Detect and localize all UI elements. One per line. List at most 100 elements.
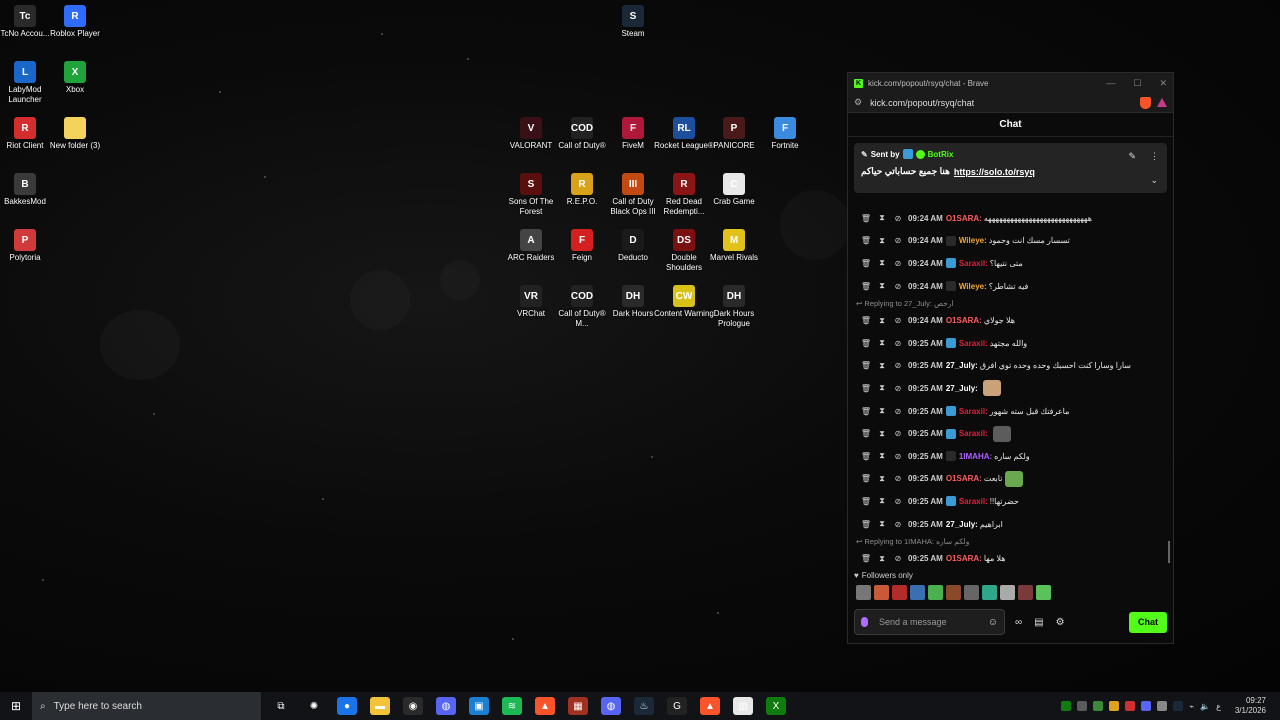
chat-message[interactable]: 🗑 ⧗ ⊘ 09:24 AM Wileye: تسسار مسك انت وحمود bbox=[860, 230, 1173, 253]
site-settings-icon[interactable]: ⚙ bbox=[854, 97, 862, 108]
g-hub-icon[interactable]: G bbox=[667, 697, 687, 715]
ban-icon[interactable]: ⊘ bbox=[892, 236, 904, 245]
username[interactable]: Saraxil: bbox=[959, 407, 988, 416]
app-icon[interactable]: M bbox=[723, 229, 745, 251]
network-icon[interactable]: ⌁ bbox=[1189, 702, 1194, 711]
app-icon[interactable]: P bbox=[723, 117, 745, 139]
tray-icon[interactable] bbox=[1109, 701, 1120, 711]
username[interactable]: Wileye: bbox=[959, 236, 987, 245]
username[interactable]: O1SARA: bbox=[946, 474, 982, 483]
ban-icon[interactable]: ⊘ bbox=[892, 384, 904, 393]
delete-icon[interactable]: 🗑 bbox=[860, 554, 872, 563]
app-icon[interactable]: VR bbox=[520, 285, 542, 307]
username[interactable]: O1SARA: bbox=[946, 316, 982, 325]
chat-input-placeholder[interactable]: Send a message bbox=[879, 617, 947, 627]
desktop-icon[interactable]: L LabyMod Launcher bbox=[0, 61, 50, 105]
brave-shields-icon[interactable] bbox=[1140, 96, 1151, 109]
desktop-icon[interactable]: F Feign bbox=[557, 229, 607, 263]
app-icon[interactable]: R bbox=[14, 117, 36, 139]
chat-message[interactable]: 🗑 ⧗ ⊘ 09:25 AM Saraxil: bbox=[860, 422, 1173, 445]
emote-icon[interactable] bbox=[1000, 585, 1015, 600]
desktop-icon-label[interactable]: Dark Hours Prologue bbox=[704, 309, 764, 329]
username[interactable]: Saraxil: bbox=[959, 429, 988, 438]
desktop-icon[interactable]: COD Call of Duty® M... bbox=[557, 285, 607, 329]
username[interactable]: Saraxil: bbox=[959, 497, 988, 506]
tray-icon[interactable] bbox=[1125, 701, 1136, 711]
app-icon[interactable]: R bbox=[673, 173, 695, 195]
app-icon[interactable]: R bbox=[571, 173, 593, 195]
chat-message[interactable]: 🗑 ⧗ ⊘ 09:24 AM O1SARA: هلا جولاي bbox=[860, 309, 1173, 332]
send-chat-button[interactable]: Chat bbox=[1129, 611, 1167, 633]
desktop-icon[interactable]: COD Call of Duty® bbox=[557, 117, 607, 151]
delete-icon[interactable]: 🗑 bbox=[860, 361, 872, 370]
desktop-icon[interactable]: R Roblox Player bbox=[50, 5, 100, 39]
chat-message[interactable]: 🗑 ⧗ ⊘ 09:25 AM Saraxil: ماعرفتك قبل سته شهور bbox=[860, 400, 1173, 423]
chat-message[interactable]: 🗑 ⧗ ⊘ 09:25 AM 1IMAHA: ولكم ساره bbox=[860, 445, 1173, 468]
minimize-icon[interactable]: — bbox=[1106, 78, 1115, 89]
timeout-icon[interactable]: ⧗ bbox=[876, 474, 888, 484]
chat-message[interactable]: 🗑 ⧗ ⊘ 09:25 AM Saraxil: والله مجتهد bbox=[860, 332, 1173, 355]
desktop-icon[interactable]: RL Rocket League® bbox=[654, 117, 714, 151]
app-icon[interactable]: D bbox=[622, 229, 644, 251]
timeout-icon[interactable]: ⧗ bbox=[876, 496, 888, 506]
app-icon[interactable]: F bbox=[622, 117, 644, 139]
desktop-icon[interactable]: V VALORANT bbox=[506, 117, 556, 151]
timeout-icon[interactable]: ⧗ bbox=[876, 406, 888, 416]
xbox-icon[interactable]: X bbox=[766, 697, 786, 715]
calendar-icon[interactable]: ▥ bbox=[733, 697, 753, 715]
emote-icon[interactable] bbox=[910, 585, 925, 600]
app-icon[interactable]: Tc bbox=[14, 5, 36, 27]
steelseries-icon[interactable]: ✺ bbox=[304, 697, 324, 715]
tray-icon[interactable] bbox=[1141, 701, 1152, 711]
ban-icon[interactable]: ⊘ bbox=[892, 520, 904, 529]
game-icon[interactable]: ▦ bbox=[568, 697, 588, 715]
file-explorer-icon[interactable]: ▬ bbox=[370, 697, 390, 715]
discord-ptb-icon[interactable]: ◍ bbox=[436, 697, 456, 715]
gear-icon[interactable]: ⚙ bbox=[1056, 617, 1065, 628]
username[interactable]: O1SARA: bbox=[946, 554, 982, 563]
app-icon[interactable] bbox=[64, 117, 86, 139]
username[interactable]: Saraxil: bbox=[959, 259, 988, 268]
desktop-icon[interactable]: R R.E.P.O. bbox=[557, 173, 607, 207]
address-bar[interactable]: ⚙ kick.com/popout/rsyq/chat bbox=[848, 93, 1173, 113]
timeout-icon[interactable]: ⧗ bbox=[876, 429, 888, 439]
chat-message[interactable]: 🗑 ⧗ ⊘ 09:25 AM 27_July: ابراهيم bbox=[860, 513, 1173, 536]
delete-icon[interactable]: 🗑 bbox=[860, 520, 872, 529]
reply-context[interactable]: ↩ Replying to 27_July: ارخص bbox=[856, 297, 1173, 309]
xbox-tray-icon[interactable] bbox=[1061, 701, 1072, 711]
emote-icon[interactable] bbox=[928, 585, 943, 600]
chat-message[interactable]: 🗑 ⧗ ⊘ 09:24 AM Saraxil: متى نتيها؟ bbox=[860, 252, 1173, 275]
desktop-icon[interactable]: R Red Dead Redempti... bbox=[659, 173, 709, 217]
chat-messages[interactable]: 🗑 ⧗ ⊘ 09:24 AM O1SARA: هههههههههههههههههههههه… bbox=[848, 207, 1173, 565]
task-view-icon[interactable]: ⧉ bbox=[271, 697, 291, 715]
desktop-icon-label[interactable]: Polytoria bbox=[0, 253, 55, 263]
desktop-icon[interactable]: Tc TcNo Accou... bbox=[0, 5, 50, 39]
timeout-icon[interactable]: ⧗ bbox=[876, 338, 888, 348]
desktop-icon[interactable]: D Deducto bbox=[608, 229, 658, 263]
timeout-icon[interactable]: ⧗ bbox=[876, 361, 888, 371]
app-icon[interactable]: C bbox=[723, 173, 745, 195]
username[interactable]: 1IMAHA: bbox=[959, 452, 992, 461]
emote-quick-bar[interactable] bbox=[856, 585, 1051, 600]
points-icon[interactable]: ∞ bbox=[1015, 617, 1022, 628]
volume-icon[interactable]: 🔈 bbox=[1200, 702, 1210, 711]
chat-message[interactable]: 🗑 ⧗ ⊘ 09:25 AM 27_July: سارا وسارا كنت احسبك … bbox=[860, 355, 1173, 378]
desktop-icon-label[interactable]: Steam bbox=[603, 29, 663, 39]
app-icon[interactable]: X bbox=[64, 61, 86, 83]
ban-icon[interactable]: ⊘ bbox=[892, 554, 904, 563]
desktop-icon[interactable]: A ARC Raiders bbox=[506, 229, 556, 263]
ban-icon[interactable]: ⊘ bbox=[892, 452, 904, 461]
desktop-icon[interactable]: C Crab Game bbox=[709, 173, 759, 207]
desktop-icon-label[interactable]: Fortnite bbox=[755, 141, 815, 151]
username[interactable]: O1SARA: bbox=[946, 214, 982, 223]
timeout-icon[interactable]: ⧗ bbox=[876, 281, 888, 291]
desktop-icon[interactable]: VR VRChat bbox=[506, 285, 556, 319]
language-indicator[interactable]: ع bbox=[1216, 702, 1221, 711]
app-icon[interactable]: V bbox=[520, 117, 542, 139]
delete-icon[interactable]: 🗑 bbox=[860, 407, 872, 416]
search-placeholder[interactable]: Type here to search bbox=[54, 701, 142, 712]
desktop-icon[interactable]: P Polytoria bbox=[0, 229, 50, 263]
chat-message[interactable]: 🗑 ⧗ ⊘ 09:25 AM Saraxil: حضرتها!! bbox=[860, 490, 1173, 513]
emote-icon[interactable] bbox=[856, 585, 871, 600]
ban-icon[interactable]: ⊘ bbox=[892, 361, 904, 370]
